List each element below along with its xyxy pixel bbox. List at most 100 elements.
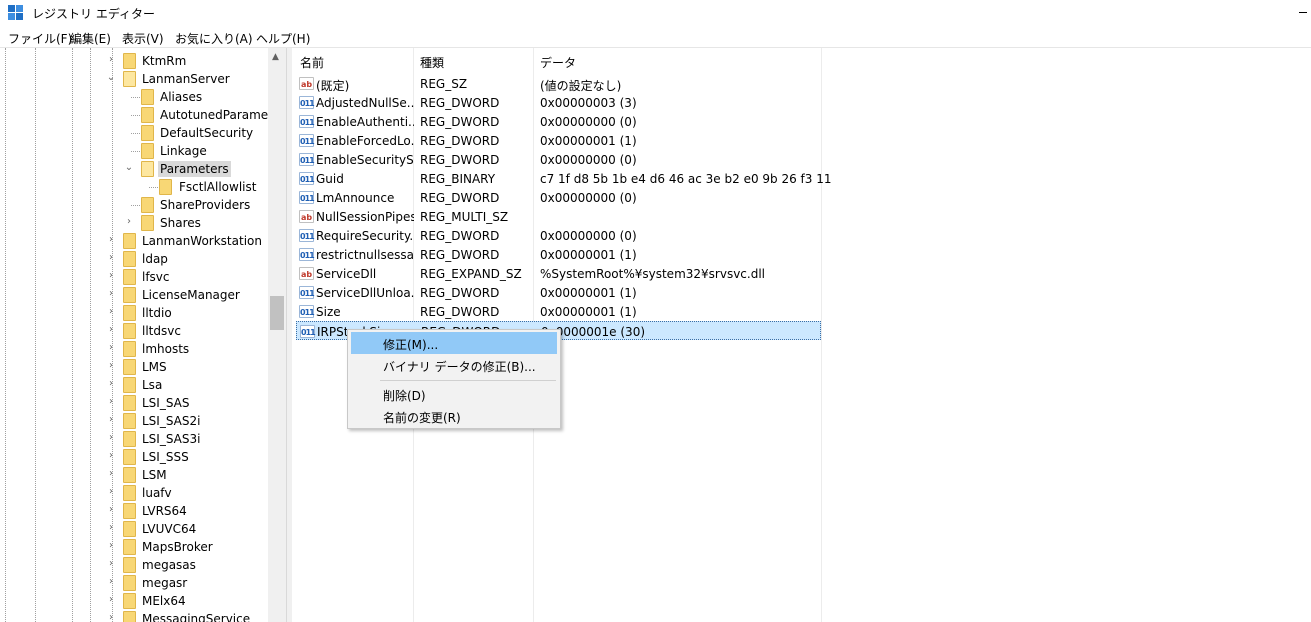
value-type: REG_DWORD: [420, 229, 500, 243]
tree-item[interactable]: › lmhosts: [0, 340, 268, 358]
folder-icon: [123, 359, 136, 375]
context-menu-modify[interactable]: 修正(M)...: [351, 332, 557, 354]
tree-item-label: megasas: [142, 558, 196, 572]
value-row[interactable]: 011 Guid REG_BINARY c7 1f d8 5b 1b e4 d6 46…: [296, 169, 832, 188]
chevron-right-icon[interactable]: ›: [106, 613, 116, 622]
tree-item[interactable]: AutotunedParameters: [0, 106, 286, 124]
tree-item[interactable]: › megasas: [0, 556, 268, 574]
value-type: REG_DWORD: [420, 115, 500, 129]
menu-help[interactable]: ヘルプ(H): [256, 30, 310, 47]
tree-item[interactable]: FsctlAllowlist: [0, 178, 268, 196]
minimize-icon[interactable]: [1299, 12, 1307, 13]
binary-value-icon: 011: [299, 153, 315, 166]
chevron-right-icon[interactable]: ›: [106, 559, 116, 569]
tree-item[interactable]: › LSI_SSS: [0, 448, 268, 466]
menu-bar: ファイル(F) 編集(E) 表示(V) お気に入り(A) ヘルプ(H): [0, 26, 1311, 48]
tree-item[interactable]: › MElx64: [0, 592, 268, 610]
tree-connector: [131, 115, 140, 116]
tree-item[interactable]: › ldap: [0, 250, 268, 268]
column-header-data[interactable]: データ: [540, 54, 576, 71]
tree-item[interactable]: Linkage: [0, 142, 268, 160]
context-menu-rename[interactable]: 名前の変更(R): [351, 405, 557, 427]
tree-item-label: KtmRm: [142, 54, 187, 68]
chevron-right-icon[interactable]: ›: [106, 433, 116, 443]
value-row[interactable]: 011 AdjustedNullSe... REG_DWORD 0x00000003 …: [296, 93, 821, 112]
binary-value-icon: 011: [299, 172, 315, 185]
tree-item[interactable]: › megasr: [0, 574, 268, 592]
chevron-right-icon[interactable]: ›: [106, 55, 116, 65]
chevron-right-icon[interactable]: ›: [106, 379, 116, 389]
tree-item[interactable]: ⌄ Parameters: [0, 160, 268, 178]
tree-item[interactable]: ⌄ LanmanServer: [0, 70, 268, 88]
tree-item[interactable]: › lltdsvc: [0, 322, 268, 340]
chevron-right-icon[interactable]: ›: [106, 595, 116, 605]
tree-item[interactable]: › LSI_SAS2i: [0, 412, 268, 430]
context-menu-modify-binary[interactable]: バイナリ データの修正(B)...: [351, 354, 557, 376]
scroll-thumb[interactable]: [270, 296, 284, 330]
value-row[interactable]: ab NullSessionPipes REG_MULTI_SZ: [296, 207, 821, 226]
chevron-right-icon[interactable]: ›: [106, 271, 116, 281]
chevron-right-icon[interactable]: ›: [106, 289, 116, 299]
chevron-right-icon[interactable]: ›: [106, 487, 116, 497]
tree-item[interactable]: Aliases: [0, 88, 268, 106]
column-header-name[interactable]: 名前: [300, 54, 324, 71]
tree-item[interactable]: › LanmanWorkstation: [0, 232, 268, 250]
tree-item[interactable]: › Lsa: [0, 376, 268, 394]
chevron-right-icon[interactable]: ›: [106, 343, 116, 353]
tree-scrollbar[interactable]: ▲: [268, 48, 286, 622]
chevron-right-icon[interactable]: ›: [106, 505, 116, 515]
chevron-right-icon[interactable]: ›: [106, 397, 116, 407]
tree-item[interactable]: › LMS: [0, 358, 268, 376]
tree-item[interactable]: › Shares: [0, 214, 268, 232]
tree-item[interactable]: › LVRS64: [0, 502, 268, 520]
value-row[interactable]: 011 EnableForcedLo... REG_DWORD 0x00000001 …: [296, 131, 821, 150]
tree-item[interactable]: › MessagingService: [0, 610, 268, 622]
tree-item[interactable]: ShareProviders: [0, 196, 268, 214]
tree-item[interactable]: › LicenseManager: [0, 286, 268, 304]
menu-view[interactable]: 表示(V): [122, 30, 164, 47]
chevron-down-icon[interactable]: ⌄: [106, 73, 116, 83]
chevron-right-icon[interactable]: ›: [106, 361, 116, 371]
menu-file[interactable]: ファイル(F): [8, 30, 72, 47]
tree-item[interactable]: › MapsBroker: [0, 538, 268, 556]
tree-item[interactable]: › LSM: [0, 466, 268, 484]
value-row[interactable]: ab (既定) REG_SZ (値の設定なし): [296, 74, 821, 93]
tree-item-label: lfsvc: [142, 270, 170, 284]
value-row[interactable]: 011 Size REG_DWORD 0x00000001 (1): [296, 302, 821, 321]
value-row[interactable]: 011 EnableAuthenti... REG_DWORD 0x00000000 …: [296, 112, 821, 131]
tree-item[interactable]: › LSI_SAS: [0, 394, 268, 412]
value-row[interactable]: 011 LmAnnounce REG_DWORD 0x00000000 (0): [296, 188, 821, 207]
scroll-up-arrow-icon[interactable]: ▲: [272, 52, 279, 62]
chevron-right-icon[interactable]: ›: [106, 235, 116, 245]
chevron-right-icon[interactable]: ›: [106, 541, 116, 551]
tree-item[interactable]: › LVUVC64: [0, 520, 268, 538]
chevron-right-icon[interactable]: ›: [106, 523, 116, 533]
value-row[interactable]: 011 ServiceDllUnloa... REG_DWORD 0x00000001…: [296, 283, 821, 302]
value-row[interactable]: 011 RequireSecurity... REG_DWORD 0x00000000…: [296, 226, 821, 245]
value-data: 0x00000000 (0): [540, 115, 637, 129]
chevron-right-icon[interactable]: ›: [106, 451, 116, 461]
tree-item[interactable]: › lfsvc: [0, 268, 268, 286]
tree-item[interactable]: › LSI_SAS3i: [0, 430, 268, 448]
chevron-right-icon[interactable]: ›: [106, 325, 116, 335]
key-tree[interactable]: › KtmRm ⌄ LanmanServer Aliases AutotunedParam…: [0, 48, 286, 622]
tree-item[interactable]: › lltdio: [0, 304, 268, 322]
value-row[interactable]: ab ServiceDll REG_EXPAND_SZ %SystemRoot%¥sy…: [296, 264, 821, 283]
menu-edit[interactable]: 編集(E): [70, 30, 111, 47]
value-row[interactable]: 011restrictnullsessa... REG_DWORD 0x000000…: [296, 245, 821, 264]
chevron-right-icon[interactable]: ›: [106, 577, 116, 587]
menu-favorites[interactable]: お気に入り(A): [175, 30, 253, 47]
tree-item-label: lltdsvc: [142, 324, 181, 338]
chevron-right-icon[interactable]: ›: [106, 307, 116, 317]
tree-item[interactable]: › KtmRm: [0, 52, 268, 70]
context-menu-delete[interactable]: 削除(D): [351, 383, 557, 405]
column-header-type[interactable]: 種類: [420, 54, 444, 71]
tree-item[interactable]: › luafv: [0, 484, 268, 502]
chevron-right-icon[interactable]: ›: [106, 253, 116, 263]
chevron-right-icon[interactable]: ›: [124, 217, 134, 227]
chevron-right-icon[interactable]: ›: [106, 469, 116, 479]
value-row[interactable]: 011EnableSecurityS... REG_DWORD 0x00000000…: [296, 150, 821, 169]
tree-item[interactable]: DefaultSecurity: [0, 124, 268, 142]
chevron-right-icon[interactable]: ›: [106, 415, 116, 425]
chevron-down-icon[interactable]: ⌄: [124, 163, 134, 173]
